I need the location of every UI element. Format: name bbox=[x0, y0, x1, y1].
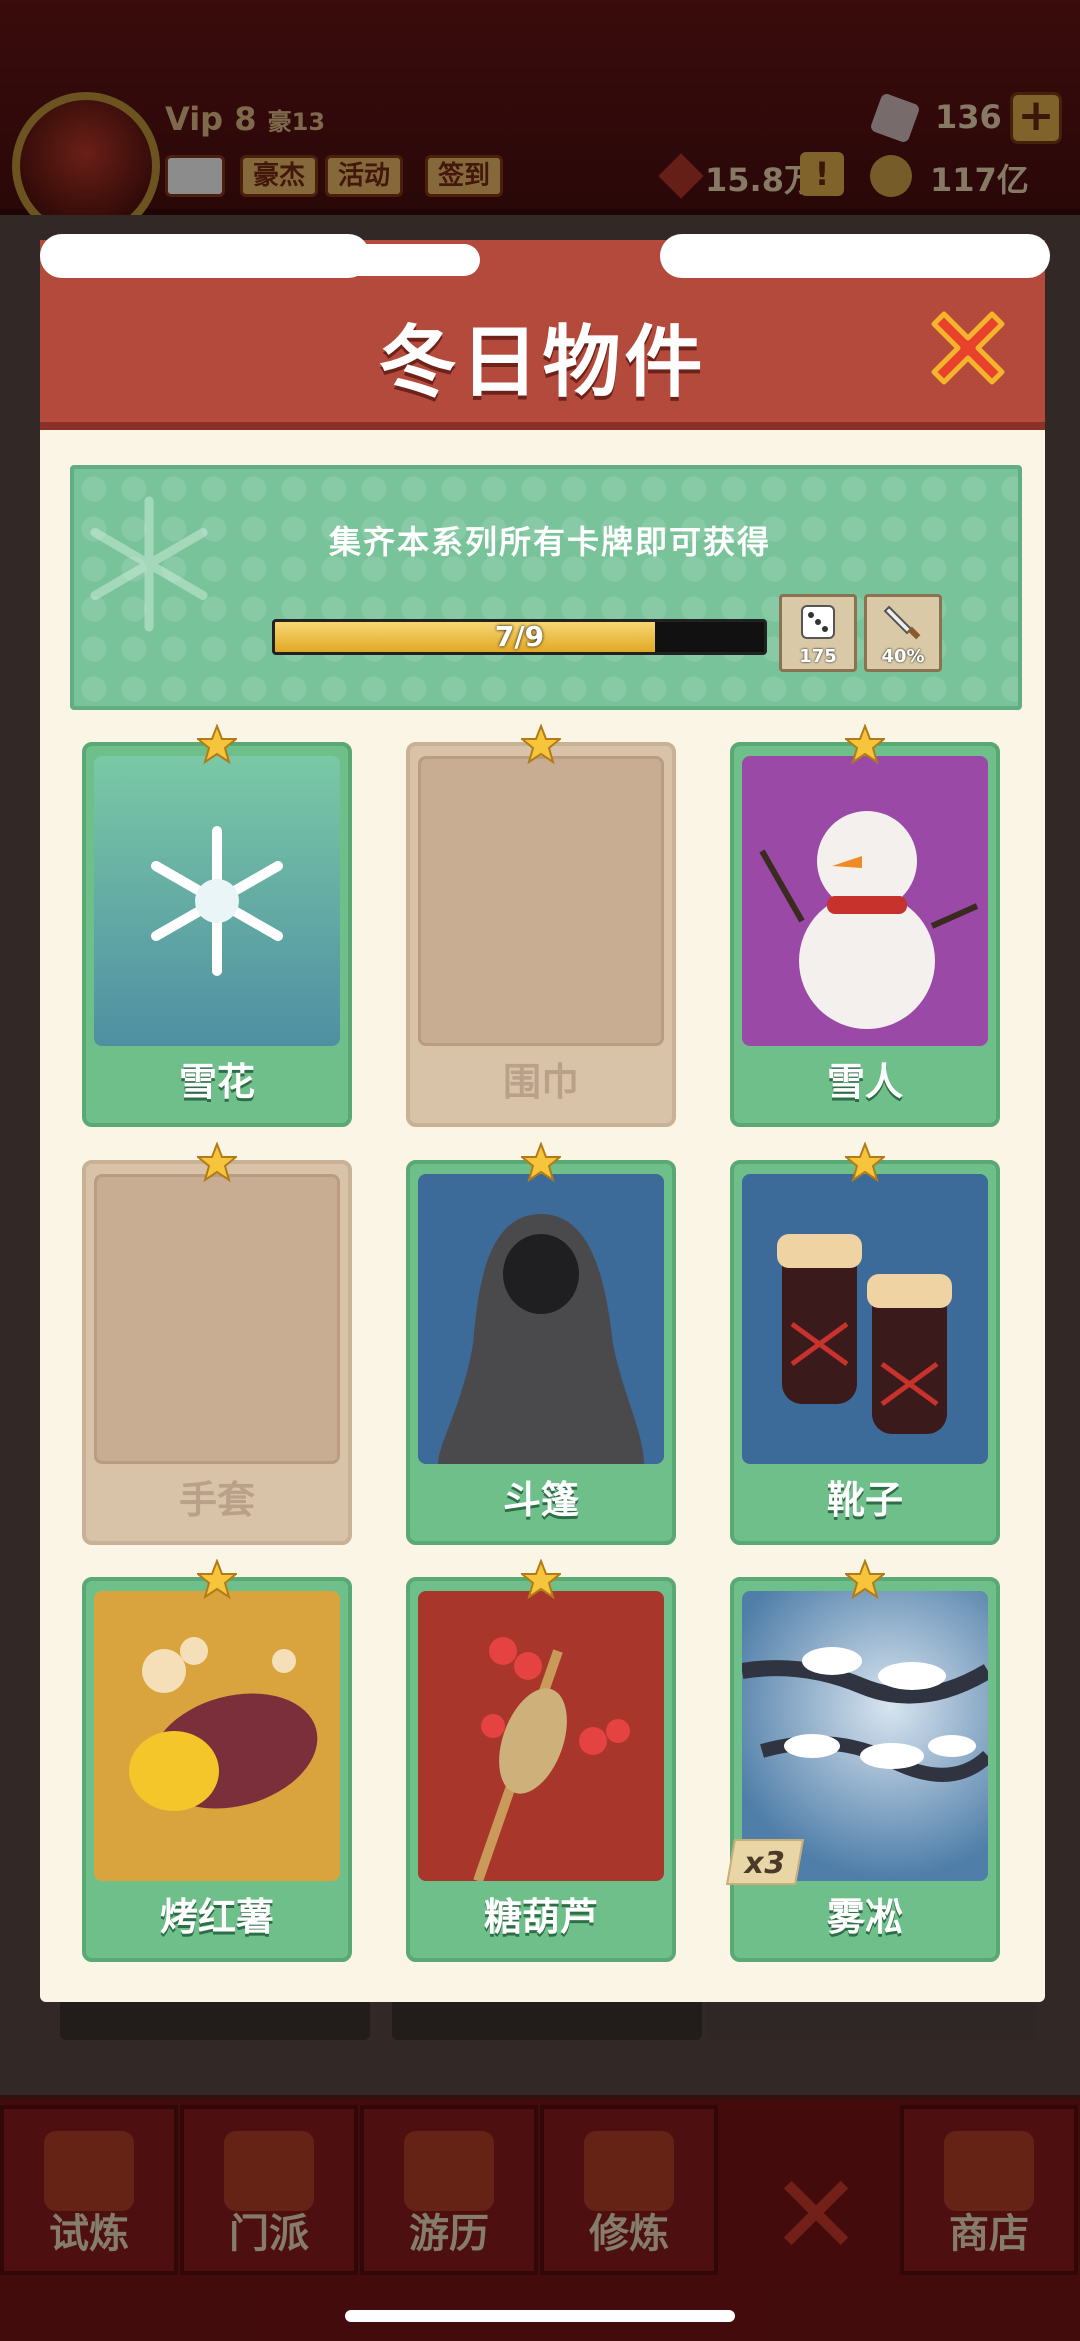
card-boots[interactable]: 靴子 bbox=[730, 1142, 1000, 1545]
snowman-art-icon bbox=[742, 756, 988, 1046]
modal-title: 冬日物件 bbox=[378, 318, 707, 408]
star-icon bbox=[197, 724, 237, 764]
snow-decoration bbox=[660, 234, 1050, 278]
locked-card-art bbox=[94, 1174, 340, 1464]
home-indicator[interactable] bbox=[345, 2310, 735, 2322]
star-icon bbox=[845, 1559, 885, 1599]
snowflake-icon bbox=[90, 496, 208, 632]
card-rime[interactable]: x3 雾凇 bbox=[725, 1559, 1000, 1962]
modal-header: 冬日物件 bbox=[40, 234, 1050, 430]
locked-card-art bbox=[418, 756, 664, 1046]
card-gloves[interactable]: 手套 bbox=[82, 1142, 352, 1545]
star-icon bbox=[845, 1142, 885, 1182]
card-cloak[interactable]: 斗篷 bbox=[406, 1142, 676, 1545]
boots-art-icon bbox=[742, 1174, 988, 1464]
sword-icon bbox=[883, 605, 921, 640]
card-label: 围巾 bbox=[502, 1060, 579, 1104]
reward-dice[interactable]: 175 bbox=[779, 594, 857, 672]
close-button[interactable] bbox=[920, 300, 1016, 396]
snowflake-art-icon bbox=[94, 756, 340, 1046]
card-label: 斗篷 bbox=[502, 1478, 579, 1522]
dice-icon bbox=[801, 605, 835, 639]
banner-text: 集齐本系列所有卡牌即可获得 bbox=[328, 523, 771, 561]
card-sweet-potato[interactable]: 烤红薯 bbox=[82, 1559, 352, 1962]
reward-banner: 集齐本系列所有卡牌即可获得 7/9 175 40% bbox=[70, 465, 1022, 710]
card-label: 糖葫芦 bbox=[483, 1895, 598, 1939]
candied-haws-art-icon bbox=[418, 1591, 664, 1881]
progress-label: 7/9 bbox=[494, 620, 545, 653]
cloak-art-icon bbox=[418, 1174, 664, 1464]
card-scarf[interactable]: 围巾 bbox=[406, 724, 676, 1127]
collection-modal: 冬日物件 集齐本系列所有卡牌即可获得 7/9 175 40% 雪花 围巾 雪人 … bbox=[40, 234, 1050, 2002]
card-label: 手套 bbox=[178, 1478, 255, 1522]
close-icon bbox=[931, 311, 1005, 385]
sweet-potato-art-icon bbox=[94, 1591, 340, 1881]
star-icon bbox=[521, 1559, 561, 1599]
card-label: 雪花 bbox=[178, 1060, 255, 1104]
card-snowflake[interactable]: 雪花 bbox=[82, 724, 352, 1127]
star-icon bbox=[521, 1142, 561, 1182]
card-snowman[interactable]: 雪人 bbox=[730, 724, 1000, 1127]
card-label: 靴子 bbox=[826, 1478, 903, 1522]
card-label: 烤红薯 bbox=[159, 1895, 274, 1939]
reward-sword-value: 40% bbox=[881, 646, 925, 667]
star-icon bbox=[521, 724, 561, 764]
card-count-badge: x3 bbox=[725, 1839, 805, 1885]
collection-progress-bar: 7/9 bbox=[272, 619, 767, 655]
star-icon bbox=[845, 724, 885, 764]
rime-art-icon bbox=[742, 1591, 988, 1881]
reward-dice-value: 175 bbox=[799, 646, 837, 667]
card-label: 雪人 bbox=[826, 1060, 903, 1104]
star-icon bbox=[197, 1142, 237, 1182]
snow-decoration bbox=[300, 244, 480, 276]
card-candied-haws[interactable]: 糖葫芦 bbox=[406, 1559, 676, 1962]
reward-sword[interactable]: 40% bbox=[864, 594, 942, 672]
star-icon bbox=[197, 1559, 237, 1599]
card-label: 雾凇 bbox=[826, 1895, 903, 1939]
